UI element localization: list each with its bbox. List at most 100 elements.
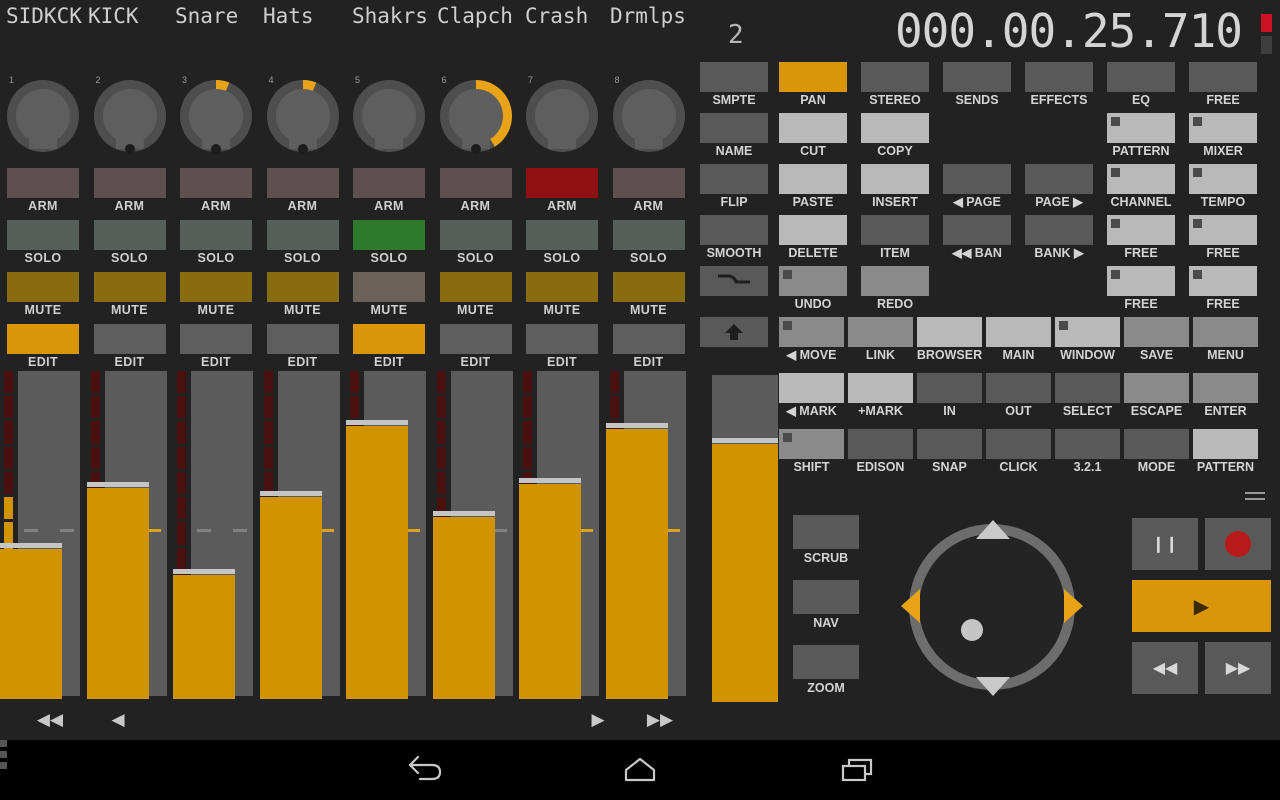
edit-button-8[interactable]: [613, 324, 685, 354]
bank-next-button[interactable]: ▶▶: [640, 702, 680, 738]
solo-button-3[interactable]: [180, 220, 252, 250]
fn-button-pan-1[interactable]: PAN: [779, 62, 847, 92]
fader-cap-7[interactable]: [519, 478, 581, 483]
fn-button-3-2-1-48[interactable]: 3.2.1: [1055, 429, 1120, 459]
fn-button-mixer-11[interactable]: MIXER: [1189, 113, 1257, 143]
fader-cap-5[interactable]: [346, 420, 408, 425]
solo-button-6[interactable]: [440, 220, 512, 250]
scrub-button[interactable]: [793, 515, 859, 549]
mute-button-6[interactable]: [440, 272, 512, 302]
fn-button-flip-12[interactable]: FLIP: [700, 164, 768, 194]
edit-button-3[interactable]: [180, 324, 252, 354]
mute-button-2[interactable]: [94, 272, 166, 302]
knob-5[interactable]: [353, 80, 425, 152]
track-prev-button[interactable]: ◀: [98, 702, 138, 738]
fn-button-pattern-10[interactable]: PATTERN: [1107, 113, 1175, 143]
track-name-7[interactable]: Crash: [525, 4, 588, 28]
fn-button-shift-44[interactable]: SHIFT: [779, 429, 844, 459]
play-button[interactable]: ▶: [1132, 580, 1271, 632]
home-icon[interactable]: [618, 754, 662, 786]
arm-button-4[interactable]: [267, 168, 339, 198]
fn-button-insert-14[interactable]: INSERT: [861, 164, 929, 194]
fn-button-sends-3[interactable]: SENDS: [943, 62, 1011, 92]
nav-button[interactable]: [793, 580, 859, 614]
track-name-2[interactable]: KICK: [88, 4, 139, 28]
arm-button-6[interactable]: [440, 168, 512, 198]
back-icon[interactable]: [402, 754, 446, 786]
fn-button-item-21[interactable]: ITEM: [861, 215, 929, 245]
solo-button-5[interactable]: [353, 220, 425, 250]
jog-left-arrow-icon[interactable]: [901, 589, 920, 623]
track-name-8[interactable]: Drmlps: [610, 4, 686, 28]
bank-prev-button[interactable]: ◀◀: [30, 702, 70, 738]
fn-button-main-33[interactable]: MAIN: [986, 317, 1051, 347]
fader-cap-8[interactable]: [606, 423, 668, 428]
arm-button-7[interactable]: [526, 168, 598, 198]
fn-button-redo-27[interactable]: REDO: [861, 266, 929, 296]
track-next-button[interactable]: ▶: [578, 702, 618, 738]
mute-button-1[interactable]: [7, 272, 79, 302]
fn-button-paste-13[interactable]: PASTE: [779, 164, 847, 194]
mute-button-7[interactable]: [526, 272, 598, 302]
recents-icon[interactable]: [835, 754, 879, 786]
fn-button-mark-37[interactable]: ◀ MARK: [779, 373, 844, 403]
fn-button-name-7[interactable]: NAME: [700, 113, 768, 143]
solo-button-7[interactable]: [526, 220, 598, 250]
fn-button-move-30[interactable]: ◀ MOVE: [779, 317, 844, 347]
fn-button-copy-9[interactable]: COPY: [861, 113, 929, 143]
track-name-3[interactable]: Snare: [175, 4, 238, 28]
mute-button-8[interactable]: [613, 272, 685, 302]
fn-button-save-35[interactable]: SAVE: [1124, 317, 1189, 347]
track-name-5[interactable]: Shakrs: [352, 4, 428, 28]
knob-7[interactable]: [526, 80, 598, 152]
forward-button[interactable]: ▶▶: [1205, 642, 1271, 694]
fader-cap-6[interactable]: [433, 511, 495, 516]
track-name-4[interactable]: Hats: [263, 4, 314, 28]
edit-button-5[interactable]: [353, 324, 425, 354]
knob-8[interactable]: [613, 80, 685, 152]
fn-button-delete-20[interactable]: DELETE: [779, 215, 847, 245]
jog-right-arrow-icon[interactable]: [1064, 589, 1083, 623]
pause-button[interactable]: ❙❙: [1132, 518, 1198, 570]
fn-button-out-40[interactable]: OUT: [986, 373, 1051, 403]
mute-button-5[interactable]: [353, 272, 425, 302]
rewind-button[interactable]: ◀◀: [1132, 642, 1198, 694]
arm-button-3[interactable]: [180, 168, 252, 198]
fn-button-eq-5[interactable]: EQ: [1107, 62, 1175, 92]
arm-button-5[interactable]: [353, 168, 425, 198]
up-arrow-icon-button[interactable]: [700, 317, 768, 347]
fn-button-tempo-18[interactable]: TEMPO: [1189, 164, 1257, 194]
fn-button-stereo-2[interactable]: STEREO: [861, 62, 929, 92]
edit-button-4[interactable]: [267, 324, 339, 354]
solo-button-1[interactable]: [7, 220, 79, 250]
fn-button-free-24[interactable]: FREE: [1107, 215, 1175, 245]
fn-button-edison-45[interactable]: EDISON: [848, 429, 913, 459]
fn-button-escape-42[interactable]: ESCAPE: [1124, 373, 1189, 403]
fader-cap-3[interactable]: [173, 569, 235, 574]
fn-button-free-25[interactable]: FREE: [1189, 215, 1257, 245]
fn-button-effects-4[interactable]: EFFECTS: [1025, 62, 1093, 92]
fn-button-free-29[interactable]: FREE: [1189, 266, 1257, 296]
jog-down-arrow-icon[interactable]: [976, 677, 1010, 696]
edit-button-6[interactable]: [440, 324, 512, 354]
fn-button-bank-23[interactable]: BANK ▶: [1025, 215, 1093, 245]
knob-1[interactable]: [7, 80, 79, 152]
fn-button-in-39[interactable]: IN: [917, 373, 982, 403]
mute-button-4[interactable]: [267, 272, 339, 302]
fn-button-smooth-19[interactable]: SMOOTH: [700, 215, 768, 245]
knob-6[interactable]: [440, 80, 512, 152]
solo-button-2[interactable]: [94, 220, 166, 250]
menu-hamburger-icon[interactable]: [1245, 492, 1265, 506]
fn-button-ban-22[interactable]: ◀◀ BAN: [943, 215, 1011, 245]
mute-button-3[interactable]: [180, 272, 252, 302]
solo-button-8[interactable]: [613, 220, 685, 250]
fn-button-page-15[interactable]: ◀ PAGE: [943, 164, 1011, 194]
knob-3[interactable]: [180, 80, 252, 152]
fn-button-pattern-50[interactable]: PATTERN: [1193, 429, 1258, 459]
knob-2[interactable]: [94, 80, 166, 152]
jog-wheel-face[interactable]: [919, 534, 1065, 680]
fn-button-undo-26[interactable]: UNDO: [779, 266, 847, 296]
arm-button-8[interactable]: [613, 168, 685, 198]
jog-wheel[interactable]: [897, 512, 1087, 704]
zoom-button[interactable]: [793, 645, 859, 679]
